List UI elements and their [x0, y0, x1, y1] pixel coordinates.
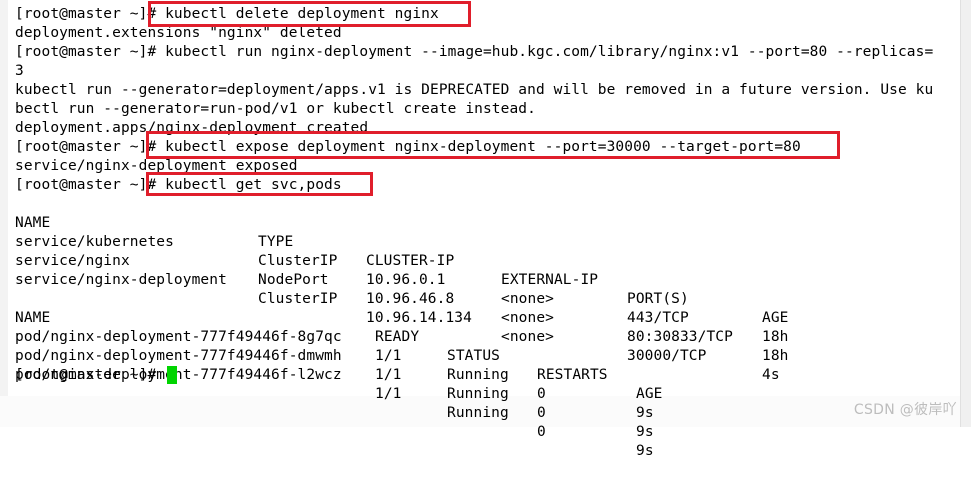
highlight-box-expose-command: [146, 131, 840, 159]
svc-table-row: service/kubernetes ClusterIP 10.96.0.1 <…: [15, 214, 788, 345]
svc-header-external-ip: EXTERNAL-IP: [501, 272, 599, 288]
pod-cell-status: Running: [447, 367, 509, 383]
highlight-box-delete-command: [148, 1, 471, 27]
svc-cell-ports: 30000/TCP: [627, 348, 707, 364]
terminal-cursor: [167, 366, 177, 384]
pod-cell-restarts: 0: [537, 424, 546, 440]
svc-table-header: NAME TYPE CLUSTER-IP EXTERNAL-IP PORT(S)…: [15, 195, 788, 326]
svc-cell-age: 4s: [762, 367, 780, 383]
svc-cell-type: ClusterIP: [258, 253, 338, 269]
svc-cell-type: NodePort: [258, 272, 329, 288]
pod-cell-age: 9s: [636, 405, 654, 421]
pod-cell-ready: 1/1: [375, 348, 402, 364]
terminal-line-deprecation-warning-wrap: bectl run --generator=run-pod/v1 or kube…: [15, 101, 536, 117]
svc-table-row: service/nginx-deployment ClusterIP 10.96…: [15, 252, 780, 383]
svc-cell-cluster-ip: 10.96.46.8: [366, 291, 455, 307]
pods-table-row: pod/nginx-deployment-777f49446f-l2wcz 1/…: [15, 347, 654, 459]
pod-cell-age: 9s: [636, 443, 654, 459]
svc-header-cluster-ip: CLUSTER-IP: [366, 253, 455, 269]
svc-cell-name: service/nginx-deployment: [15, 272, 227, 288]
svc-cell-external-ip: <none>: [501, 291, 554, 307]
svc-header-age: AGE: [762, 310, 789, 326]
pods-table-header: NAME READY STATUS RESTARTS AGE: [15, 290, 662, 402]
pod-cell-status: Running: [447, 405, 509, 421]
svc-header-type: TYPE: [258, 234, 294, 250]
pods-header-restarts: RESTARTS: [537, 367, 608, 383]
svc-table-row: service/nginx NodePort 10.96.46.8 <none>…: [15, 233, 788, 364]
pods-header-status: STATUS: [447, 348, 500, 364]
highlight-box-get-command: [146, 172, 373, 196]
svc-cell-ports: 80:30833/TCP: [627, 329, 733, 345]
svc-cell-external-ip: <none>: [501, 310, 554, 326]
svc-cell-age: 18h: [762, 329, 789, 345]
pod-cell-restarts: 0: [537, 405, 546, 421]
svc-cell-ports: 443/TCP: [627, 310, 689, 326]
pod-cell-name: pod/nginx-deployment-777f49446f-dmwmh: [15, 348, 342, 364]
svc-cell-cluster-ip: 10.96.0.1: [366, 272, 446, 288]
pod-cell-ready: 1/1: [375, 367, 402, 383]
pod-cell-status: Running: [447, 386, 509, 402]
pod-cell-name: pod/nginx-deployment-777f49446f-8g7qc: [15, 329, 342, 345]
terminal-left-gutter: [0, 0, 8, 427]
svc-cell-external-ip: <none>: [501, 329, 554, 345]
vertical-scrollbar[interactable]: [960, 0, 971, 427]
svc-cell-cluster-ip: 10.96.14.134: [366, 310, 472, 326]
svc-cell-type: ClusterIP: [258, 291, 338, 307]
pods-table-row: pod/nginx-deployment-777f49446f-dmwmh 1/…: [15, 328, 654, 440]
terminal-line-run-command-wrap: 3: [15, 63, 24, 79]
svc-cell-age: 18h: [762, 348, 789, 364]
terminal-final-prompt: [root@master ~]#: [15, 367, 157, 383]
svc-header-ports: PORT(S): [627, 291, 689, 307]
terminal-line-deprecation-warning: kubectl run --generator=deployment/apps.…: [15, 82, 934, 98]
pod-cell-ready: 1/1: [375, 386, 402, 402]
pods-header-age: AGE: [636, 386, 663, 402]
pod-cell-restarts: 0: [537, 386, 546, 402]
terminal-line-run-command: [root@master ~]# kubectl run nginx-deplo…: [15, 44, 934, 60]
pods-table-row: pod/nginx-deployment-777f49446f-8g7qc 1/…: [15, 309, 654, 421]
watermark: CSDN @彼岸吖: [853, 402, 957, 418]
terminal-window[interactable]: [root@master ~]# kubectl delete deployme…: [0, 0, 960, 459]
pods-header-ready: READY: [375, 329, 420, 345]
pod-cell-age: 9s: [636, 424, 654, 440]
